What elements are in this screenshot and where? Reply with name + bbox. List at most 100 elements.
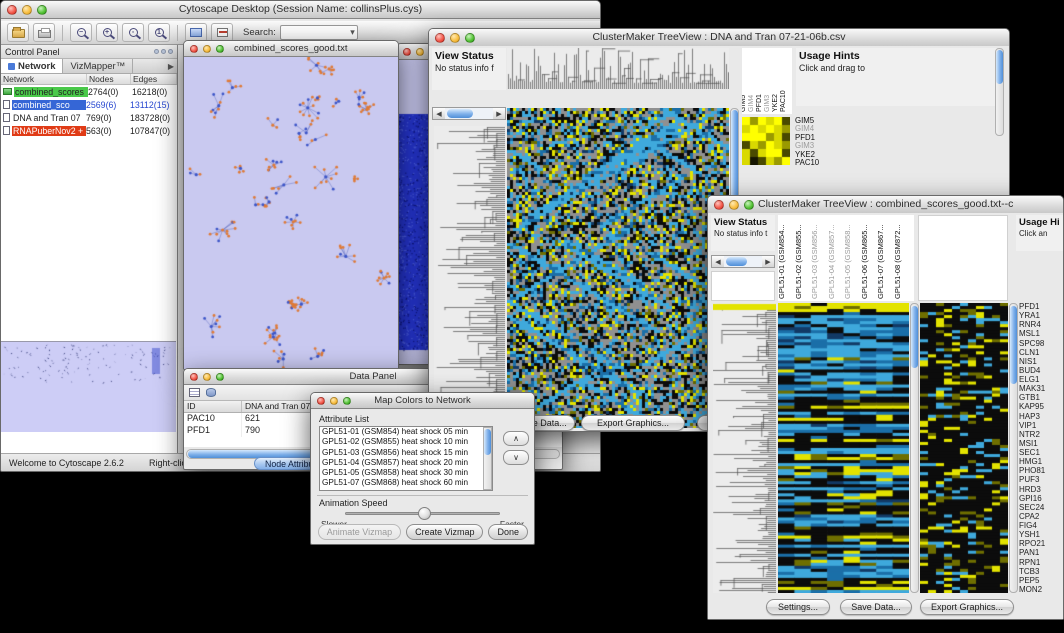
close-icon[interactable]	[714, 200, 724, 210]
gene-label[interactable]: KAP95	[1019, 402, 1063, 411]
gene-label[interactable]: PHO81	[1019, 466, 1063, 475]
navigator-thumb[interactable]	[447, 109, 473, 118]
tab-network[interactable]: Network	[1, 59, 63, 73]
network-view-canvas[interactable]	[184, 57, 398, 369]
maximize-icon[interactable]	[216, 373, 224, 381]
minimize-icon[interactable]	[22, 5, 32, 15]
gene-label[interactable]: FIG4	[1019, 521, 1063, 530]
correlation-matrix-canvas[interactable]	[742, 117, 790, 165]
maximize-icon[interactable]	[343, 397, 351, 405]
attribute-listbox[interactable]: GPL51-01 (GSM854) heat shock 05 minGPL51…	[319, 426, 493, 491]
create-vizmap-button[interactable]: Create Vizmap	[406, 524, 483, 540]
treeview-dna-titlebar[interactable]: ClusterMaker TreeView : DNA and Tran 07-…	[429, 29, 1009, 47]
minimize-icon[interactable]	[729, 200, 739, 210]
network-titlebar[interactable]: combined_scores_good.txt--cluste...	[184, 41, 398, 57]
close-icon[interactable]	[317, 397, 325, 405]
gene-label[interactable]: MSL1	[1019, 329, 1063, 338]
gene-label[interactable]: ELG1	[1019, 375, 1063, 384]
scrollbar-thumb[interactable]	[1010, 306, 1017, 384]
gene-label[interactable]: SPC98	[1019, 339, 1063, 348]
gene-label[interactable]: VIP1	[1019, 421, 1063, 430]
gene-label[interactable]: BUD4	[1019, 366, 1063, 375]
maximize-icon[interactable]	[465, 33, 475, 43]
export-graphics-button[interactable]: Export Graphics...	[581, 415, 685, 431]
gene-label[interactable]: HMG1	[1019, 457, 1063, 466]
gene-label[interactable]: GTB1	[1019, 393, 1063, 402]
gene-label[interactable]: HRD3	[1019, 485, 1063, 494]
column-header-edges[interactable]: Edges	[131, 74, 177, 84]
attribute-list-item[interactable]: GPL51-03 (GSM856) heat shock 15 min	[320, 448, 492, 458]
search-input[interactable]	[280, 25, 358, 40]
gene-label[interactable]: PEP5	[1019, 576, 1063, 585]
dna-heatmap-canvas[interactable]	[507, 108, 729, 428]
move-up-button[interactable]: ∧	[503, 431, 529, 446]
zoom-selected-button[interactable]: 1	[148, 23, 170, 42]
gene-label[interactable]: MAK31	[1019, 384, 1063, 393]
network-list-row[interactable]: combined_scores2764(0)16218(0)	[1, 85, 177, 98]
attribute-list-item[interactable]: GPL51-02 (GSM855) heat shock 10 min	[320, 437, 492, 447]
gene-label[interactable]: SEC24	[1019, 503, 1063, 512]
vertical-scrollbar[interactable]	[995, 48, 1004, 136]
vertical-scrollbar[interactable]	[910, 303, 919, 593]
scrollbar-thumb[interactable]	[996, 50, 1003, 84]
column-header-nodes[interactable]: Nodes	[87, 74, 131, 84]
scrollbar-thumb[interactable]	[911, 306, 918, 368]
listbox-scrollbar[interactable]	[483, 427, 492, 490]
minimize-icon[interactable]	[450, 33, 460, 43]
minimize-icon[interactable]	[330, 397, 338, 405]
gene-label[interactable]: RPO21	[1019, 539, 1063, 548]
zoom-out-button[interactable]: −	[70, 23, 92, 42]
scroll-right-arrow-icon[interactable]: ▶	[493, 108, 505, 119]
column-header-network[interactable]: Network	[1, 74, 87, 84]
open-session-button[interactable]	[7, 23, 29, 42]
slider-thumb[interactable]	[418, 507, 431, 520]
close-icon[interactable]	[190, 45, 198, 53]
close-icon[interactable]	[403, 48, 411, 56]
panel-dot-icon[interactable]	[154, 49, 159, 54]
database-icon[interactable]	[206, 388, 216, 397]
combined-heatmap-canvas[interactable]	[778, 303, 909, 593]
move-down-button[interactable]: ∨	[503, 450, 529, 465]
minimize-icon[interactable]	[416, 48, 424, 56]
column-header-id[interactable]: ID	[184, 401, 242, 412]
navigator-thumb[interactable]	[726, 257, 747, 266]
gene-label[interactable]: CLN1	[1019, 348, 1063, 357]
desktop-titlebar[interactable]: Cytoscape Desktop (Session Name: collins…	[1, 1, 600, 19]
gene-label[interactable]: NIS1	[1019, 357, 1063, 366]
gene-label[interactable]: RNR4	[1019, 320, 1063, 329]
close-icon[interactable]	[190, 373, 198, 381]
tree-navigator[interactable]: ◀ ▶	[711, 255, 775, 268]
attribute-list-item[interactable]: GPL51-04 (GSM857) heat shock 20 min	[320, 458, 492, 468]
gene-label[interactable]: RPN1	[1019, 558, 1063, 567]
panel-dot-icon[interactable]	[168, 49, 173, 54]
scrollbar-thumb[interactable]	[484, 429, 491, 455]
export-graphics-button[interactable]: Export Graphics...	[920, 599, 1014, 615]
close-icon[interactable]	[7, 5, 17, 15]
gene-label[interactable]: PFD1	[1019, 302, 1063, 311]
gene-label[interactable]: SEC1	[1019, 448, 1063, 457]
minimize-icon[interactable]	[203, 45, 211, 53]
gene-label[interactable]: PUF3	[1019, 475, 1063, 484]
network-list-row[interactable]: RNAPuberNov2 +563(0)107847(0)	[1, 124, 177, 137]
vertical-scrollbar[interactable]	[1009, 303, 1018, 593]
dna-column-dendrogram-canvas[interactable]	[507, 48, 729, 89]
panel-dot-icon[interactable]	[161, 49, 166, 54]
network-list-row[interactable]: combined_sco2569(6)13112(15)	[1, 98, 177, 111]
save-data-button[interactable]: Save Data...	[840, 599, 912, 615]
attribute-list-item[interactable]: GPL51-07 (GSM868) heat shock 60 min	[320, 478, 492, 488]
speed-slider[interactable]	[345, 512, 500, 515]
network-overview-canvas[interactable]	[1, 341, 176, 432]
minimize-icon[interactable]	[203, 373, 211, 381]
scroll-right-arrow-icon[interactable]: ▶	[762, 256, 774, 267]
navigator-track[interactable]	[445, 108, 493, 119]
gene-label[interactable]: PAN1	[1019, 548, 1063, 557]
maximize-icon[interactable]	[216, 45, 224, 53]
tab-overflow-arrow-icon[interactable]: ▶	[165, 59, 177, 73]
scroll-left-arrow-icon[interactable]: ◀	[712, 256, 724, 267]
dialog-titlebar[interactable]: Map Colors to Network	[311, 393, 534, 409]
gene-label[interactable]: HAP3	[1019, 412, 1063, 421]
treeview-combined-titlebar[interactable]: ClusterMaker TreeView : combined_scores_…	[708, 196, 1063, 214]
scroll-left-arrow-icon[interactable]: ◀	[433, 108, 445, 119]
gene-label[interactable]: YSH1	[1019, 530, 1063, 539]
gene-label[interactable]: GPI16	[1019, 494, 1063, 503]
